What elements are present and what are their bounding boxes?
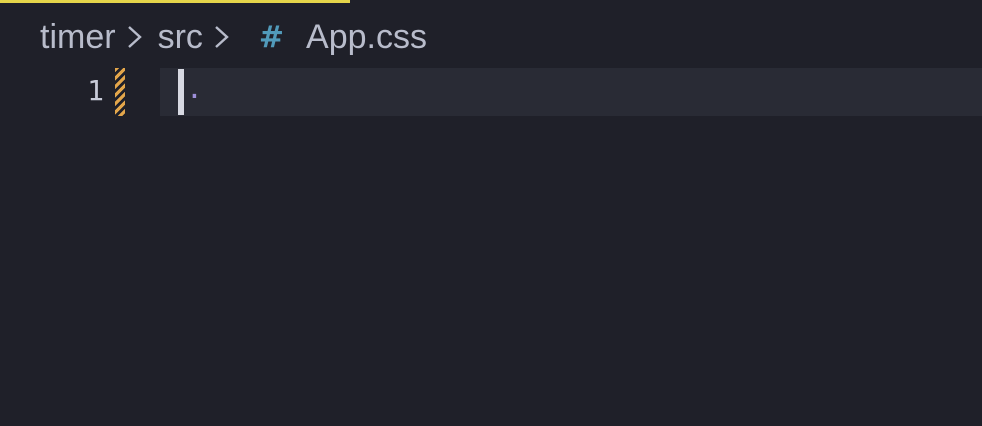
code-editor[interactable]: timer src # App.css 1 . [0,0,982,426]
editor-line[interactable]: 1 . [0,68,982,116]
breadcrumb-folder-src[interactable]: src [158,18,203,57]
line-number: 1 [87,74,104,107]
breadcrumb: timer src # App.css [40,14,427,60]
chevron-right-icon [121,22,149,52]
current-line-highlight [160,68,982,116]
breadcrumb-file-app-css[interactable]: App.css [306,18,427,57]
active-tab-indicator [0,0,350,3]
chevron-right-icon [208,22,236,52]
css-file-icon: # [258,19,285,55]
breadcrumb-folder-timer[interactable]: timer [40,18,116,57]
text-cursor [178,69,184,115]
modified-line-gutter-marker[interactable] [115,68,125,116]
code-line-text[interactable]: . [186,72,203,105]
